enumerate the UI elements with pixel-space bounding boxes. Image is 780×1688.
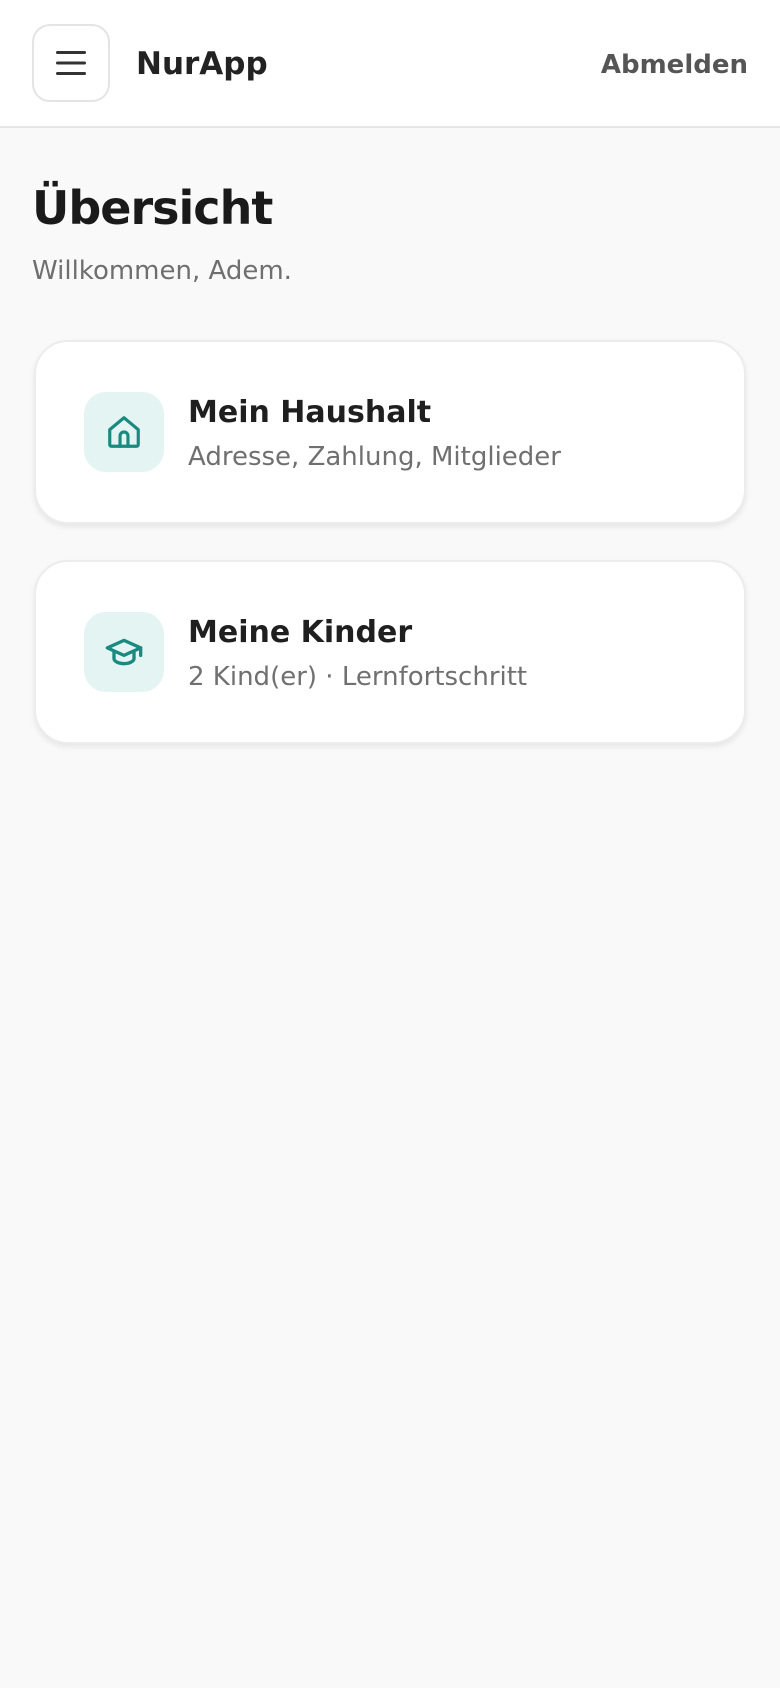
app-name: NurApp	[136, 46, 268, 82]
card-children[interactable]: Meine Kinder 2 Kind(er) · Lernfortschrit…	[34, 560, 746, 744]
page-title: Übersicht	[32, 181, 273, 235]
graduation-cap-icon	[105, 638, 143, 666]
card-subtitle: Adresse, Zahlung, Mitglieder	[188, 442, 561, 472]
logout-link[interactable]: Abmelden	[601, 48, 748, 82]
card-household[interactable]: Mein Haushalt Adresse, Zahlung, Mitglied…	[34, 340, 746, 524]
card-icon-container	[84, 612, 164, 692]
hamburger-icon	[56, 51, 86, 75]
app-header: NurApp Abmelden	[0, 0, 780, 128]
card-subtitle: 2 Kind(er) · Lernfortschritt	[188, 662, 528, 692]
menu-button[interactable]	[32, 24, 110, 102]
card-title: Mein Haushalt	[188, 395, 432, 430]
card-icon-container	[84, 392, 164, 472]
home-icon	[108, 416, 140, 448]
card-title: Meine Kinder	[188, 615, 413, 650]
welcome-text: Willkommen, Adem.	[32, 256, 292, 286]
